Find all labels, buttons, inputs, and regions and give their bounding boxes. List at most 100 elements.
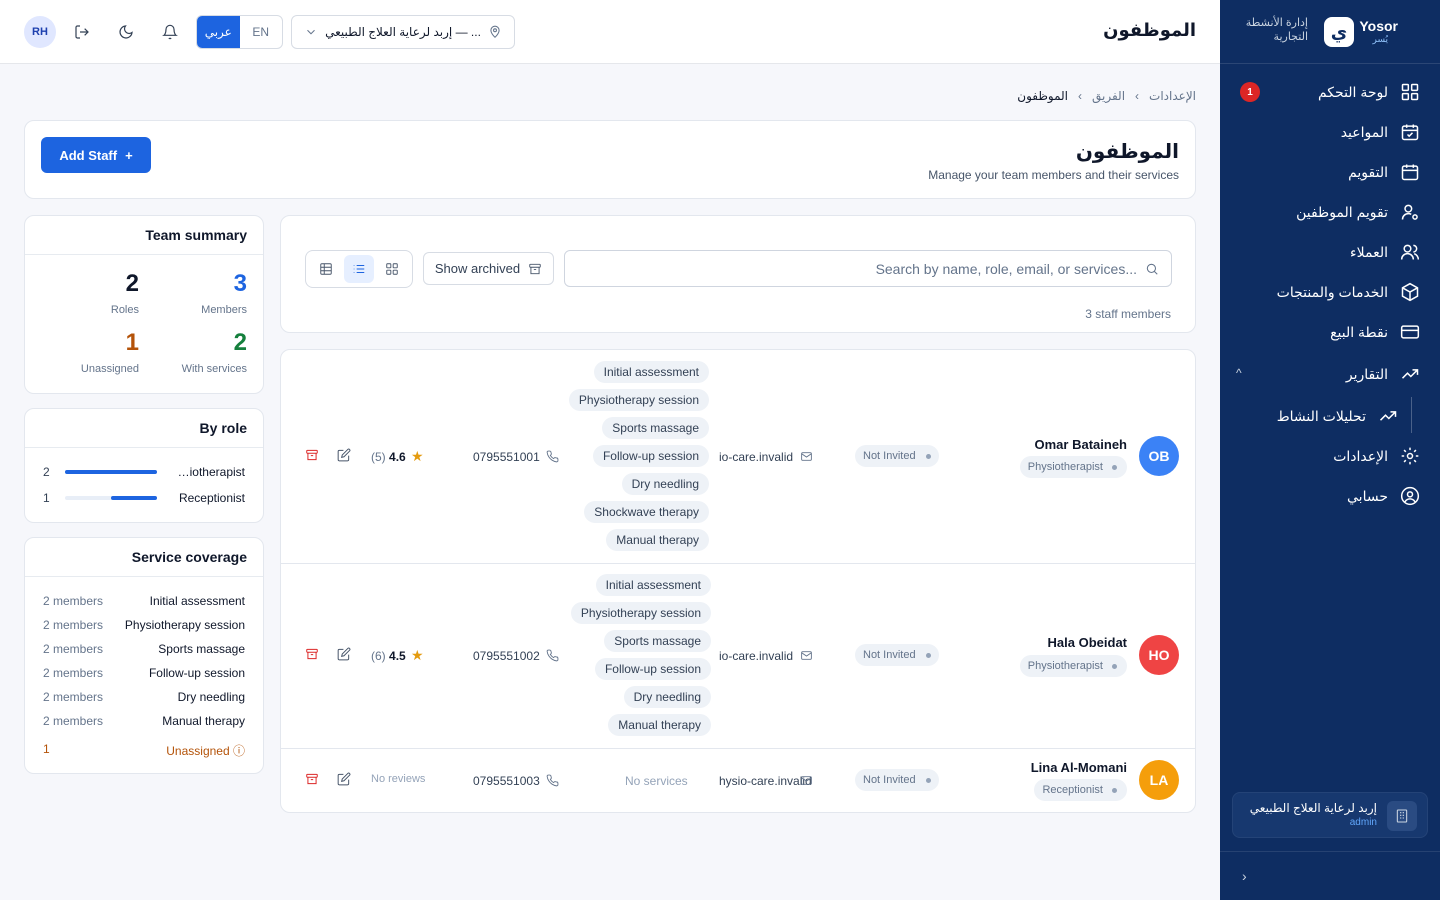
role-row: 1 Receptionist <box>43 490 245 506</box>
sidebar-item-account[interactable]: حسابي <box>1347 484 1420 508</box>
edit-button[interactable] <box>337 647 353 663</box>
phone-icon <box>546 649 559 665</box>
add-staff-button[interactable]: Add Staff + <box>41 137 151 173</box>
language-toggle[interactable]: عربي EN <box>196 15 283 49</box>
chevron-right-icon[interactable]: › <box>1242 868 1247 884</box>
users-icon <box>1400 244 1420 260</box>
sidebar-item-label: حسابي <box>1347 487 1388 504</box>
plus-icon: + <box>125 147 133 163</box>
avatar: HO <box>1139 635 1179 675</box>
logout-icon[interactable] <box>70 20 94 44</box>
chevron-up-icon[interactable]: ^ <box>1236 366 1242 380</box>
service-chip: Physiotherapy session <box>570 602 711 624</box>
role-badge: Physiotherapist <box>1019 456 1127 478</box>
avatar[interactable]: RH <box>24 16 56 48</box>
role-bar <box>65 496 157 500</box>
lang-english-button[interactable]: EN <box>240 16 283 48</box>
view-mode-toggle <box>305 250 413 288</box>
archive-button[interactable] <box>305 448 321 464</box>
sidebar-item-pos[interactable]: نقطة البيع <box>1330 320 1420 344</box>
sidebar-item-settings[interactable]: الإعدادات <box>1333 444 1420 468</box>
role-badge: Receptionist <box>1034 779 1127 801</box>
breadcrumb-item[interactable]: الفريق <box>1092 89 1125 103</box>
staff-phone: 0795551001 <box>473 450 540 464</box>
service-chip: Initial assessment <box>595 574 711 596</box>
list-view-button[interactable] <box>343 255 374 283</box>
brand-sub: يُسر <box>1372 34 1389 44</box>
archive-button[interactable] <box>305 772 321 788</box>
sidebar-item-label: العملاء <box>1350 243 1388 260</box>
team-summary-card: Team summary 3 Members 2 Roles 2 With se… <box>24 215 264 394</box>
members-count: 3 <box>233 270 247 297</box>
service-chip: Manual therapy <box>608 714 711 736</box>
staff-phone: 0795551003 <box>473 774 540 788</box>
staff-email: hysio-care.invalid <box>719 774 812 788</box>
search-box <box>564 250 1172 287</box>
coverage-service: Sports massage <box>158 642 245 656</box>
table-row[interactable]: HO Hala Obeidat Physiotherapist Not Invi… <box>281 564 1195 748</box>
coverage-row: 2 members Sports massage <box>43 642 245 658</box>
alert-circle-icon: ⓘ <box>232 744 245 758</box>
with-services-count: 2 <box>233 329 247 356</box>
archive-icon <box>529 263 541 274</box>
service-chip: Sports massage <box>604 630 711 652</box>
no-reviews-text: No reviews <box>371 773 426 785</box>
service-chip: Follow-up session <box>592 445 709 467</box>
table-view-button[interactable] <box>311 255 341 283</box>
moon-icon[interactable] <box>114 20 138 44</box>
sidebar-item-services[interactable]: الخدمات والمنتجات <box>1277 280 1420 304</box>
edit-button[interactable] <box>337 772 353 788</box>
service-chip: Shockwave therapy <box>584 501 709 523</box>
sidebar-item-dashboard[interactable]: لوحة التحكم <box>1318 80 1420 104</box>
coverage-row: 2 members Follow-up session <box>43 666 245 682</box>
table-row[interactable]: LA Lina Al-Momani Receptionist Not Invit… <box>281 749 1195 812</box>
coverage-row: 2 members Initial assessment <box>43 594 245 610</box>
map-pin-icon <box>490 25 500 38</box>
card-title: Team summary <box>145 227 247 243</box>
archive-button[interactable] <box>305 647 321 663</box>
user-gear-icon <box>1401 204 1418 220</box>
page-header-card: الموظفون Manage your team members and th… <box>24 120 1196 199</box>
staff-rating: (6) 4.5 ★ <box>371 647 424 664</box>
sidebar-item-analytics[interactable]: تحليلات النشاط <box>1277 404 1398 428</box>
table-row[interactable]: OB Omar Bataineh Physiotherapist Not Inv… <box>281 350 1195 563</box>
sidebar-item-reports[interactable]: التقارير <box>1346 362 1420 386</box>
coverage-service: Physiotherapy session <box>124 618 245 632</box>
roles-label: Roles <box>110 304 139 316</box>
divider <box>25 447 263 448</box>
coverage-members: 2 members <box>43 690 104 704</box>
staff-name: Lina Al-Momani <box>1030 760 1127 775</box>
card-title: Service coverage <box>131 549 247 565</box>
star-icon: ★ <box>411 448 424 464</box>
review-count: (6) <box>371 649 386 663</box>
breadcrumb-item[interactable]: الإعدادات <box>1149 89 1196 103</box>
coverage-members: 2 members <box>43 666 104 680</box>
search-input[interactable] <box>597 260 1137 277</box>
sidebar-item-label: المواعيد <box>1340 123 1388 140</box>
coverage-members: 2 members <box>43 618 104 632</box>
bell-icon[interactable] <box>158 20 182 44</box>
location-value: إربد لرعاية العلاج الطبيعي — ... <box>325 25 481 39</box>
table-icon <box>320 263 333 275</box>
organization-role: admin <box>1349 817 1377 828</box>
trending-up-icon <box>1401 369 1419 379</box>
staff-rating: (5) 4.6 ★ <box>371 448 424 465</box>
header-title: الموظفون <box>1103 20 1196 40</box>
sidebar-item-staff-calendar[interactable]: تقويم الموظفين <box>1296 200 1420 224</box>
show-archived-button[interactable]: Show archived <box>423 252 554 285</box>
edit-button[interactable] <box>337 448 353 464</box>
organization-switcher[interactable]: إربد لرعاية العلاج الطبيعي admin <box>1232 792 1428 838</box>
role-badge: Physiotherapist <box>1019 655 1127 677</box>
sidebar-item-appointments[interactable]: المواعيد <box>1341 120 1420 144</box>
lang-arabic-button[interactable]: عربي <box>197 16 240 48</box>
sidebar-item-clients[interactable]: العملاء <box>1350 240 1420 264</box>
unassigned-count: 1 <box>43 742 50 756</box>
unassigned-label: Unassigned <box>80 363 139 375</box>
location-select[interactable]: إربد لرعاية العلاج الطبيعي — ... <box>291 15 515 49</box>
sidebar-item-calendar[interactable]: التقويم <box>1348 160 1420 184</box>
status-badge: Not Invited <box>855 769 939 791</box>
status-badge: Not Invited <box>855 445 939 467</box>
grid-view-button[interactable] <box>377 255 407 283</box>
chevron-left-icon: ‹ <box>1135 89 1140 103</box>
box-icon <box>1401 282 1419 302</box>
